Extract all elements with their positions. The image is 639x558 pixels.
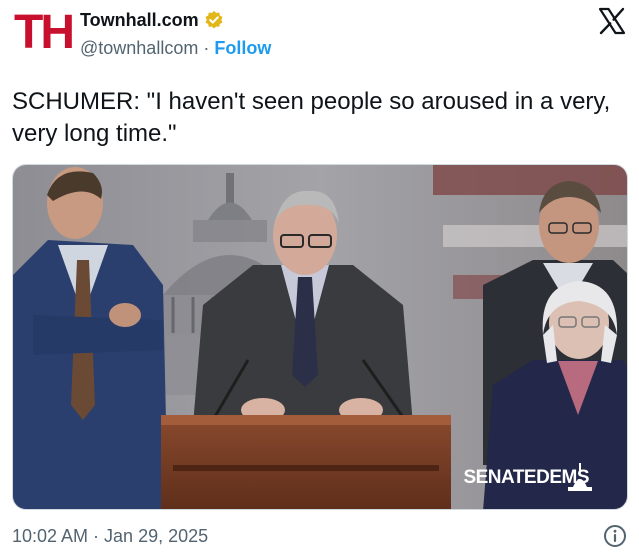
podium <box>161 415 451 509</box>
info-icon[interactable] <box>603 524 627 548</box>
display-name[interactable]: Townhall.com <box>80 10 199 31</box>
name-row: Townhall.com <box>80 8 271 32</box>
handle-row: @townhallcom · Follow <box>80 38 271 59</box>
press-conference-image <box>13 165 627 509</box>
x-logo-icon[interactable] <box>597 6 627 36</box>
follow-button[interactable]: Follow <box>214 38 271 59</box>
senatedems-watermark: SENATEDEMS <box>463 467 589 488</box>
timestamp[interactable]: 10:02 AM · Jan 29, 2025 <box>12 526 208 547</box>
separator-dot: · <box>203 38 210 58</box>
handle[interactable]: @townhallcom <box>80 38 198 59</box>
author-block: Townhall.com @townhallcom · Follow <box>80 8 271 59</box>
tweet-card: TH Townhall.com @townhallcom · Follow SC… <box>0 0 639 558</box>
verified-badge-icon <box>204 10 224 30</box>
avatar[interactable]: TH <box>14 8 75 58</box>
video-thumbnail[interactable]: SENATEDEMS <box>12 164 628 510</box>
tweet-text: SCHUMER: "I haven't seen people so arous… <box>12 88 611 147</box>
